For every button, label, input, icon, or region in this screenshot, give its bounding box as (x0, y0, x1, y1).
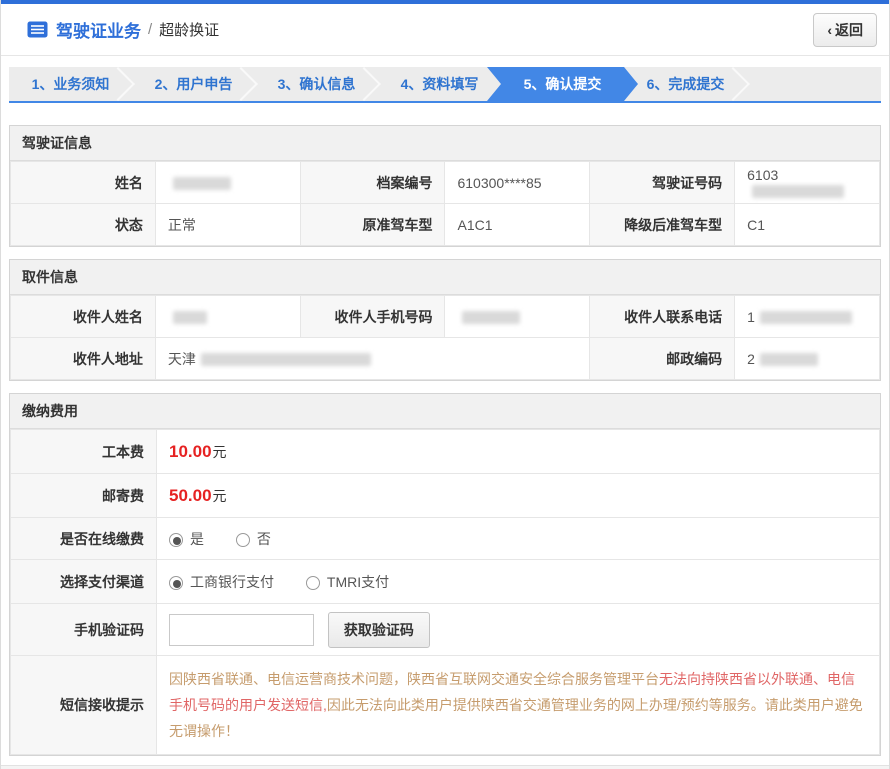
sms-notice-text: 因陕西省联通、电信运营商技术问题，陕西省互联网交通安全综合服务管理平台无法向持陕… (169, 666, 867, 744)
sms-code-cell: 获取验证码 (157, 604, 880, 656)
field-label: 收件人姓名 (11, 296, 156, 338)
back-label: 返回 (835, 22, 863, 38)
table-row: 状态 正常 原准驾车型 A1C1 降级后准驾车型 C1 (11, 204, 880, 246)
step-tab-3[interactable]: 3、确认信息 (255, 67, 378, 101)
step-wizard-bar: 1、业务须知 2、用户申告 3、确认信息 4、资料填写 5、确认提交 6、完成提… (9, 67, 881, 103)
field-label: 邮政编码 (590, 338, 735, 380)
fee-value: 50.00元 (157, 474, 880, 518)
redacted-value (173, 177, 231, 190)
field-label: 手机验证码 (11, 604, 157, 656)
table-row: 选择支付渠道 工商银行支付 TMRI支付 (11, 560, 880, 604)
redacted-value (201, 353, 371, 366)
license-business-icon (27, 21, 48, 38)
section-pickup-info: 取件信息 收件人姓名 收件人手机号码 收件人联系电话 1 收件人地址 天津 邮政… (9, 259, 881, 381)
field-value: C1 (735, 204, 880, 246)
back-chevron-icon: ‹ (827, 22, 832, 38)
breadcrumb-current: 超龄换证 (159, 19, 219, 40)
section-title: 取件信息 (10, 260, 880, 295)
radio-option-icbc[interactable]: 工商银行支付 (169, 574, 274, 590)
step-tab-1[interactable]: 1、业务须知 (9, 67, 132, 101)
table-row: 姓名 档案编号 610300****85 驾驶证号码 6103 (11, 162, 880, 204)
page: 驾驶证业务 / 超龄换证 ‹返回 1、业务须知 2、用户申告 3、确认信息 4、… (0, 0, 890, 769)
table-row: 短信接收提示 因陕西省联通、电信运营商技术问题，陕西省互联网交通安全综合服务管理… (11, 656, 880, 755)
redacted-value (760, 311, 852, 324)
table-row: 收件人地址 天津 邮政编码 2 (11, 338, 880, 380)
field-label: 收件人联系电话 (590, 296, 735, 338)
radio-option-yes[interactable]: 是 (169, 531, 204, 547)
fee-value: 10.00元 (157, 430, 880, 474)
breadcrumb-separator: / (148, 21, 152, 38)
radio-icon[interactable] (306, 576, 320, 590)
step-tab-2[interactable]: 2、用户申告 (132, 67, 255, 101)
step-tab-6[interactable]: 6、完成提交 (624, 67, 747, 101)
back-button[interactable]: ‹返回 (813, 13, 877, 47)
fee-unit: 元 (213, 488, 227, 504)
section-title: 缴纳费用 (10, 394, 880, 429)
field-label: 工本费 (11, 430, 157, 474)
field-label: 档案编号 (300, 162, 445, 204)
get-code-button[interactable]: 获取验证码 (328, 612, 430, 648)
field-value: 6103 (735, 162, 880, 204)
online-pay-options: 是 否 (157, 518, 880, 560)
radio-icon[interactable] (169, 533, 183, 547)
field-value (155, 296, 300, 338)
field-value: 天津 (155, 338, 589, 380)
payment-channel-options: 工商银行支付 TMRI支付 (157, 560, 880, 604)
redacted-value (752, 185, 844, 198)
redacted-value (462, 311, 520, 324)
table-row: 邮寄费 50.00元 (11, 474, 880, 518)
field-label: 收件人手机号码 (300, 296, 445, 338)
section-license-info: 驾驶证信息 姓名 档案编号 610300****85 驾驶证号码 6103 状态… (9, 125, 881, 247)
page-title: 驾驶证业务 (56, 17, 141, 42)
field-value (155, 162, 300, 204)
field-label: 降级后准驾车型 (590, 204, 735, 246)
field-value: A1C1 (445, 204, 590, 246)
step-tab-4[interactable]: 4、资料填写 (378, 67, 501, 101)
redacted-value (760, 353, 818, 366)
sms-code-input[interactable] (169, 614, 314, 646)
field-label: 驾驶证号码 (590, 162, 735, 204)
field-label: 是否在线缴费 (11, 518, 157, 560)
field-label: 原准驾车型 (300, 204, 445, 246)
section-title: 驾驶证信息 (10, 126, 880, 161)
field-value: 2 (735, 338, 880, 380)
fee-unit: 元 (213, 444, 227, 460)
fee-amount: 10.00 (169, 442, 212, 461)
header: 驾驶证业务 / 超龄换证 ‹返回 (1, 4, 889, 56)
redacted-value (173, 311, 207, 324)
radio-option-no[interactable]: 否 (236, 531, 271, 547)
field-label: 状态 (11, 204, 156, 246)
step-tab-5[interactable]: 5、确认提交 (487, 67, 638, 101)
field-label: 收件人地址 (11, 338, 156, 380)
field-value: 610300****85 (445, 162, 590, 204)
field-label: 选择支付渠道 (11, 560, 157, 604)
field-label: 短信接收提示 (11, 656, 157, 755)
table-row: 手机验证码 获取验证码 (11, 604, 880, 656)
sms-notice-cell: 因陕西省联通、电信运营商技术问题，陕西省互联网交通安全综合服务管理平台无法向持陕… (157, 656, 880, 755)
radio-option-tmri[interactable]: TMRI支付 (306, 574, 389, 590)
section-payment: 缴纳费用 工本费 10.00元 邮寄费 50.00元 是否在线缴费 是 否 选择… (9, 393, 881, 756)
table-row: 是否在线缴费 是 否 (11, 518, 880, 560)
radio-icon[interactable] (169, 576, 183, 590)
field-value (445, 296, 590, 338)
radio-icon[interactable] (236, 533, 250, 547)
table-row: 收件人姓名 收件人手机号码 收件人联系电话 1 (11, 296, 880, 338)
field-label: 邮寄费 (11, 474, 157, 518)
field-value: 正常 (155, 204, 300, 246)
fee-amount: 50.00 (169, 486, 212, 505)
footer-action-bar: 上一步 完成 (1, 765, 889, 769)
field-label: 姓名 (11, 162, 156, 204)
field-value: 1 (735, 296, 880, 338)
table-row: 工本费 10.00元 (11, 430, 880, 474)
